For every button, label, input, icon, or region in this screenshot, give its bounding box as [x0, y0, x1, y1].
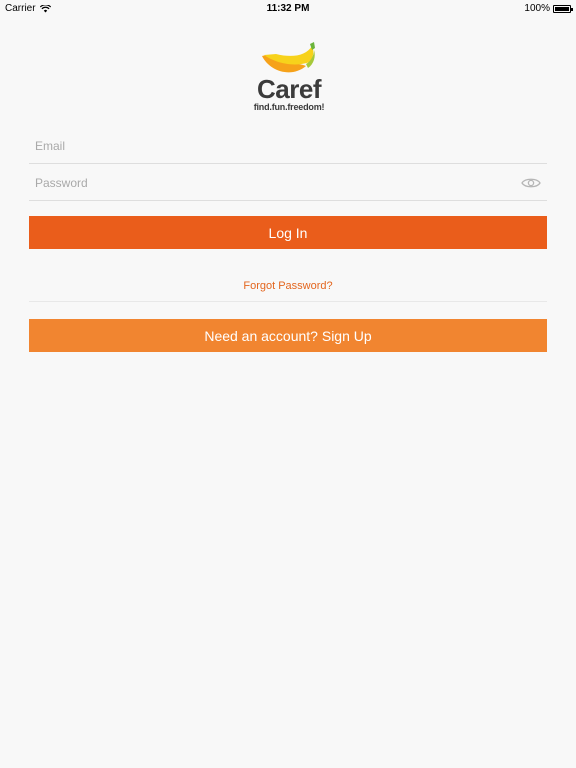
status-time: 11:32 PM [266, 3, 310, 14]
status-right: 100% [524, 3, 573, 14]
email-field-container [29, 128, 547, 164]
password-field-container [29, 165, 547, 201]
divider [29, 301, 547, 302]
battery-icon [553, 4, 573, 13]
logo-tagline: find.fun.freedom! [253, 102, 325, 112]
eye-icon[interactable] [521, 176, 541, 190]
password-input[interactable] [29, 165, 547, 200]
app-logo: Caref find.fun.freedom! [248, 42, 330, 114]
forgot-password-link[interactable]: Forgot Password? [29, 280, 547, 292]
login-button-label: Log In [268, 224, 308, 241]
login-button[interactable]: Log In [29, 216, 547, 249]
signup-button[interactable]: Need an account? Sign Up [29, 319, 547, 352]
status-bar: Carrier 11:32 PM 100% [0, 0, 576, 16]
signup-button-label: Need an account? Sign Up [204, 327, 372, 344]
battery-percent: 100% [524, 3, 550, 14]
email-input[interactable] [29, 128, 547, 163]
logo-wordmark: Caref [257, 74, 321, 104]
